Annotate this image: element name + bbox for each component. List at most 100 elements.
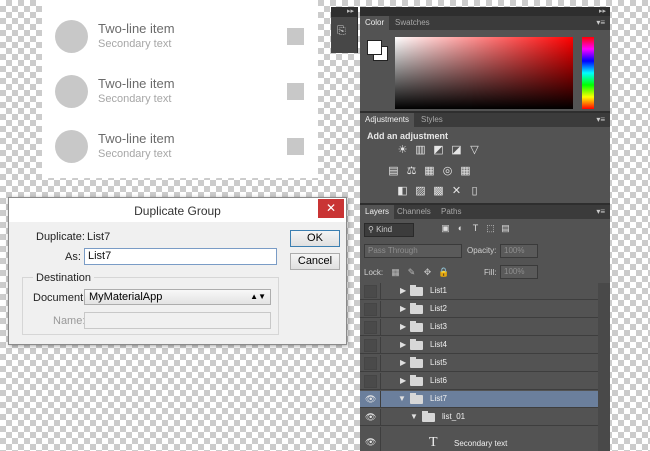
tab-layers[interactable]: Layers [360,205,395,219]
collapse-panels-button[interactable]: ▸▸ [360,7,610,16]
destination-legend: Destination [33,272,95,284]
chevron-down-icon[interactable]: ▼ [398,394,406,403]
layer-row[interactable]: ▶ List5 [360,355,598,372]
eye-icon[interactable]: 👁 [364,436,377,449]
close-button[interactable]: ✕ [318,199,344,218]
dialog-titlebar[interactable]: Duplicate Group ✕ [9,198,346,222]
color-picker-field[interactable] [395,37,573,109]
opacity-input[interactable]: 100% [500,244,538,258]
adjustment-filter-icon[interactable]: ◐ [455,223,466,234]
ok-button[interactable]: OK [290,230,340,247]
name-label: Name: [53,315,86,327]
visibility-toggle[interactable] [364,375,377,388]
panel-menu-icon[interactable]: ▾≡ [596,16,605,30]
adjustment-icons-row: ◧ ▨ ▩ ✕ ▯ [396,185,481,197]
square-icon [287,83,304,100]
as-label: As: [65,251,81,263]
tab-styles[interactable]: Styles [416,113,448,127]
panel-menu-icon[interactable]: ▾≡ [596,113,605,127]
chevron-right-icon[interactable]: ▶ [400,376,406,385]
as-input[interactable]: List7 [84,248,277,265]
document-label: Document: [33,292,87,304]
color-balance-icon[interactable]: ⚖ [405,165,418,177]
duplicate-value: List7 [87,231,111,243]
pixel-filter-icon[interactable]: ▣ [440,223,451,234]
blend-mode-select[interactable]: Pass Through [364,244,462,258]
layer-name: List5 [430,358,447,367]
lock-transparent-icon[interactable]: ▦ [390,267,401,278]
canvas-torn-edge [42,174,318,182]
duplicate-label: Duplicate: [36,231,85,243]
layer-row[interactable]: ▶ List6 [360,373,598,390]
photo-filter-icon[interactable]: ◎ [441,165,454,177]
square-icon [287,28,304,45]
visibility-toggle[interactable] [364,321,377,334]
hue-slider[interactable] [582,37,594,109]
type-filter-icon[interactable]: T [470,223,481,234]
tab-paths[interactable]: Paths [436,205,466,219]
layer-row[interactable]: ▶ List3 [360,319,598,336]
layer-row[interactable]: ▶ List1 [360,283,598,300]
smart-object-filter-icon[interactable]: ▤ [500,223,511,234]
eye-icon[interactable]: 👁 [364,393,377,406]
list-item: Two-line item Secondary text [52,12,312,62]
layer-name: List6 [430,376,447,385]
fill-input[interactable]: 100% [500,265,538,279]
eye-icon[interactable]: 👁 [364,411,377,424]
black-white-icon[interactable]: ▦ [423,165,436,177]
adjustment-icons-row: ☀ ▥ ◩ ◪ ▽ [396,144,481,156]
name-input[interactable] [84,312,271,329]
lock-all-icon[interactable]: 🔒 [438,267,449,278]
layer-row[interactable]: ▶ List4 [360,337,598,354]
layer-row-selected[interactable]: 👁 ▼ List7 [360,391,598,408]
visibility-toggle[interactable] [364,303,377,316]
secondary-text: Secondary text [98,148,172,160]
folder-open-icon [422,411,435,422]
chevron-right-icon[interactable]: ▶ [400,340,406,349]
gradient-map-icon[interactable]: ▯ [468,185,481,197]
document-select[interactable]: MyMaterialApp ▲▼ [84,289,271,305]
posterize-icon[interactable]: ▨ [414,185,427,197]
levels-icon[interactable]: ▥ [414,144,427,156]
layers-panel-tabs: Layers Channels Paths ▾≡ [360,205,610,219]
tab-adjustments[interactable]: Adjustments [360,113,415,127]
channel-mixer-icon[interactable]: ▦ [459,165,472,177]
layer-row[interactable]: ▶ List2 [360,301,598,318]
lock-pixels-icon[interactable]: ✎ [406,267,417,278]
vibrance-icon[interactable]: ▽ [468,144,481,156]
curves-icon[interactable]: ◩ [432,144,445,156]
selective-color-icon[interactable]: ✕ [450,185,463,197]
invert-icon[interactable]: ◧ [396,185,409,197]
layer-row[interactable]: 👁 T Secondary text [360,427,598,451]
history-icon[interactable]: ⎘ [337,25,351,39]
primary-text: Two-line item [98,21,175,36]
tab-swatches[interactable]: Swatches [390,16,435,30]
shape-filter-icon[interactable]: ⬚ [485,223,496,234]
exposure-icon[interactable]: ◪ [450,144,463,156]
panel-menu-icon[interactable]: ▾≡ [596,205,605,219]
chevron-right-icon[interactable]: ▶ [400,286,406,295]
tab-color[interactable]: Color [360,16,390,30]
tab-channels[interactable]: Channels [392,205,436,219]
chevron-right-icon[interactable]: ▶ [400,304,406,313]
folder-icon [410,321,423,332]
visibility-toggle[interactable] [364,285,377,298]
color-panel-tabs: Color Swatches ▾≡ [360,16,610,30]
expand-panels-button[interactable]: ▸▸ [331,7,357,17]
brightness-icon[interactable]: ☀ [396,144,409,156]
list-item: Two-line item Secondary text [52,67,312,117]
lock-position-icon[interactable]: ✥ [422,267,433,278]
chevron-right-icon[interactable]: ▶ [400,322,406,331]
visibility-toggle[interactable] [364,357,377,370]
hue-saturation-icon[interactable]: ▤ [387,165,400,177]
kind-filter-select[interactable]: ⚲ Kind [364,223,414,237]
foreground-color-swatch[interactable] [367,40,382,55]
layers-scrollbar[interactable] [598,283,610,451]
cancel-button[interactable]: Cancel [290,253,340,270]
threshold-icon[interactable]: ▩ [432,185,445,197]
folder-icon [410,303,423,314]
chevron-right-icon[interactable]: ▶ [400,358,406,367]
visibility-toggle[interactable] [364,339,377,352]
layer-row[interactable]: 👁 ▼ list_01 [360,409,598,426]
chevron-down-icon[interactable]: ▼ [410,412,418,421]
